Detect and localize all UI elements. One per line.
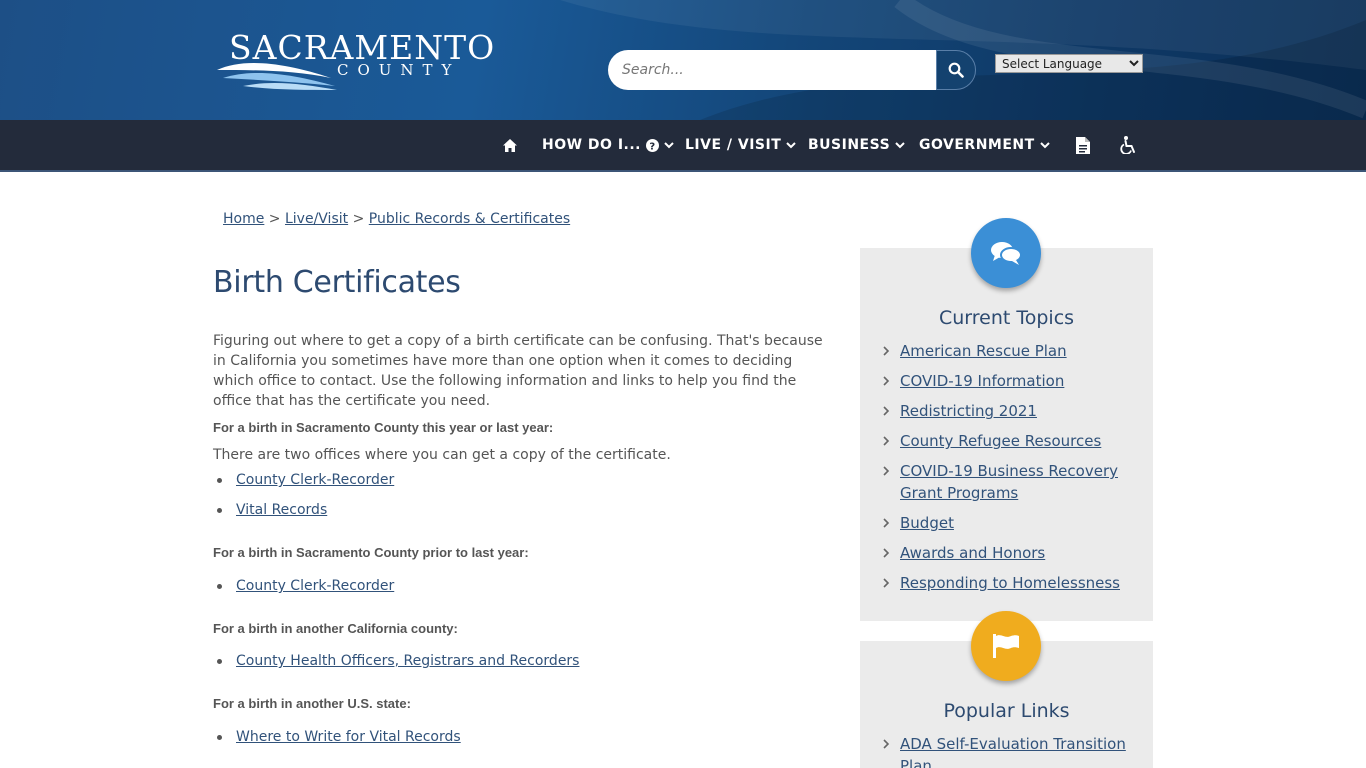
search-icon: [948, 62, 964, 78]
nav-live-visit-label: LIVE / VISIT: [685, 137, 782, 153]
sidebar-link[interactable]: ADA Self-Evaluation Transition Plan: [900, 733, 1140, 768]
sidebar-link[interactable]: Responding to Homelessness: [900, 572, 1140, 594]
sidebar-link[interactable]: Awards and Honors: [900, 542, 1140, 564]
document-icon: [1076, 136, 1090, 154]
flag-icon: [993, 634, 1019, 658]
chevron-right-icon: [883, 376, 890, 386]
nav-live-visit[interactable]: LIVE / VISIT: [685, 120, 796, 170]
sidebar-link[interactable]: COVID-19 Information: [900, 370, 1140, 392]
section-heading: For a birth in Sacramento County this ye…: [213, 420, 554, 435]
nav-how-do-i[interactable]: HOW DO I... ?: [542, 120, 674, 170]
sidebar-link[interactable]: County Refugee Resources: [900, 430, 1140, 452]
nav-business-label: BUSINESS: [808, 137, 891, 153]
list-item: Where to Write for Vital Records: [217, 729, 737, 745]
bullet-dot: [217, 734, 222, 740]
sidebar-link[interactable]: Redistricting 2021: [900, 400, 1140, 422]
current-topics-badge: [971, 218, 1041, 288]
bullet-dot: [217, 658, 222, 664]
bullet-dot: [217, 583, 222, 589]
popular-links-badge: [971, 611, 1041, 681]
section-heading: For a birth in Sacramento County prior t…: [213, 545, 529, 560]
breadcrumb-public-records[interactable]: Public Records & Certificates: [369, 211, 570, 227]
svg-text:?: ?: [649, 141, 655, 152]
sidebar-link[interactable]: American Rescue Plan: [900, 340, 1140, 362]
list-item: County Clerk-Recorder: [217, 472, 737, 488]
popular-links-title: Popular Links: [943, 700, 1070, 722]
sacramento-county-logo[interactable]: SACRAMENTO COUNTY: [213, 28, 494, 94]
link-where-to-write[interactable]: Where to Write for Vital Records: [236, 729, 461, 745]
chevron-right-icon: [883, 346, 890, 356]
list-item: County Health Officers, Registrars and R…: [217, 653, 737, 669]
comments-icon: [991, 242, 1022, 265]
chevron-down-icon: [895, 141, 905, 148]
main-nav: HOW DO I... ? LIVE / VISIT BUSINESS GOVE…: [0, 120, 1366, 172]
list-item: County Clerk-Recorder: [217, 578, 737, 594]
chevron-right-icon: [883, 406, 890, 416]
link-county-health-officers[interactable]: County Health Officers, Registrars and R…: [236, 653, 579, 669]
nav-home[interactable]: [503, 120, 517, 170]
breadcrumb-separator: >: [352, 211, 365, 227]
chevron-down-icon: [786, 141, 796, 148]
current-topics-title: Current Topics: [938, 307, 1075, 329]
chevron-right-icon: [883, 466, 890, 476]
nav-government[interactable]: GOVERNMENT: [919, 120, 1050, 170]
link-county-clerk-recorder[interactable]: County Clerk-Recorder: [236, 472, 394, 488]
bullet-dot: [217, 477, 222, 483]
sidebar-link[interactable]: COVID-19 Business Recovery Grant Program…: [900, 460, 1140, 504]
language-select[interactable]: Select Language: [995, 54, 1143, 73]
section-heading: For a birth in another California county…: [213, 621, 458, 636]
breadcrumb: Home > Live/Visit > Public Records & Cer…: [223, 211, 570, 227]
site-header: SACRAMENTO COUNTY Select Language: [0, 0, 1366, 120]
page-title: Birth Certificates: [213, 265, 461, 300]
breadcrumb-live-visit[interactable]: Live/Visit: [285, 211, 348, 227]
chevron-right-icon: [883, 436, 890, 446]
home-icon: [503, 138, 517, 152]
chevron-down-icon: [1039, 141, 1050, 148]
intro-paragraph: Figuring out where to get a copy of a bi…: [213, 333, 823, 409]
nav-business[interactable]: BUSINESS: [808, 120, 905, 170]
search-input[interactable]: [608, 50, 938, 90]
question-circle-icon: ?: [646, 138, 659, 152]
sidebar-link[interactable]: Budget: [900, 512, 1140, 534]
nav-how-do-i-label: HOW DO I...: [542, 137, 641, 153]
nav-document[interactable]: [1076, 120, 1090, 170]
search-form: [608, 50, 976, 90]
link-vital-records[interactable]: Vital Records: [236, 502, 327, 518]
chevron-right-icon: [883, 739, 890, 749]
logo-sub-text: COUNTY: [337, 61, 461, 79]
wheelchair-icon: [1120, 136, 1135, 154]
chevron-down-icon: [664, 141, 674, 148]
section-heading: For a birth in another U.S. state:: [213, 696, 411, 711]
breadcrumb-separator: >: [268, 211, 281, 227]
chevron-right-icon: [883, 578, 890, 588]
chevron-right-icon: [883, 518, 890, 528]
nav-accessibility[interactable]: [1120, 120, 1137, 170]
breadcrumb-home[interactable]: Home: [223, 211, 264, 227]
nav-government-label: GOVERNMENT: [919, 137, 1035, 153]
link-county-clerk-recorder[interactable]: County Clerk-Recorder: [236, 578, 394, 594]
list-item: Vital Records: [217, 502, 737, 518]
bullet-dot: [217, 507, 222, 513]
section-note: There are two offices where you can get …: [213, 447, 671, 463]
search-button[interactable]: [936, 50, 976, 90]
chevron-right-icon: [883, 548, 890, 558]
